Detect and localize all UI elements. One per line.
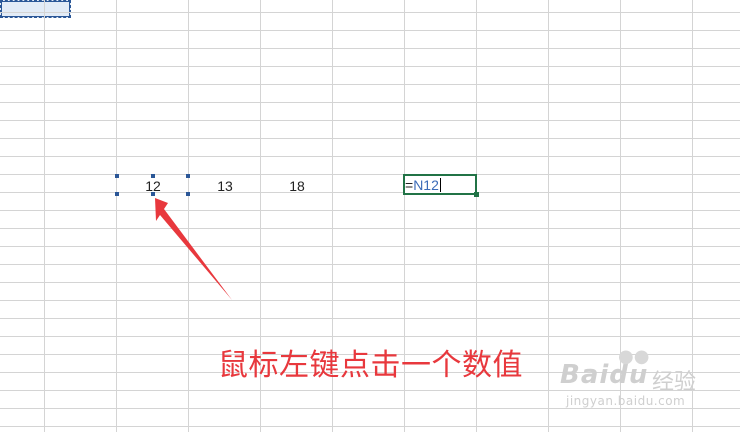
instruction-caption: 鼠标左键点击一个数值 [218, 348, 523, 383]
watermark-suffix: 经验 [652, 370, 697, 395]
watermark-url: jingyan.baidu.com [566, 394, 686, 408]
baidu-jingyan-watermark: ●● Baidu 经验 jingyan.baidu.com [560, 346, 700, 420]
paw-icon: ●● [618, 346, 650, 367]
